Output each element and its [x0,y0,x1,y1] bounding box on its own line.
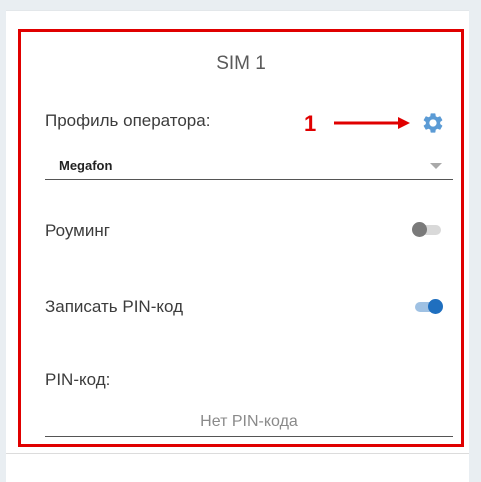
annotation-arrow-icon [334,117,410,129]
operator-profile-label: Профиль оператора: [45,111,211,130]
toggle-thumb [412,222,427,237]
pin-placeholder: Нет PIN-кода [200,413,298,430]
chevron-down-icon [430,163,442,169]
save-pin-toggle[interactable] [412,298,443,314]
toggle-thumb [428,299,443,314]
roaming-toggle[interactable] [412,221,442,237]
save-pin-label: Записать PIN-код [45,297,184,316]
annotation-number: 1 [304,111,317,136]
panel-divider [6,453,469,454]
roaming-label: Роуминг [45,221,110,240]
operator-profile-select[interactable]: Megafon [45,151,453,180]
pin-input[interactable]: Нет PIN-кода [45,408,453,437]
pin-label: PIN-код: [45,370,111,389]
gear-icon[interactable] [421,111,445,135]
sim-title: SIM 1 [216,53,266,74]
operator-profile-value: Megafon [59,158,113,173]
